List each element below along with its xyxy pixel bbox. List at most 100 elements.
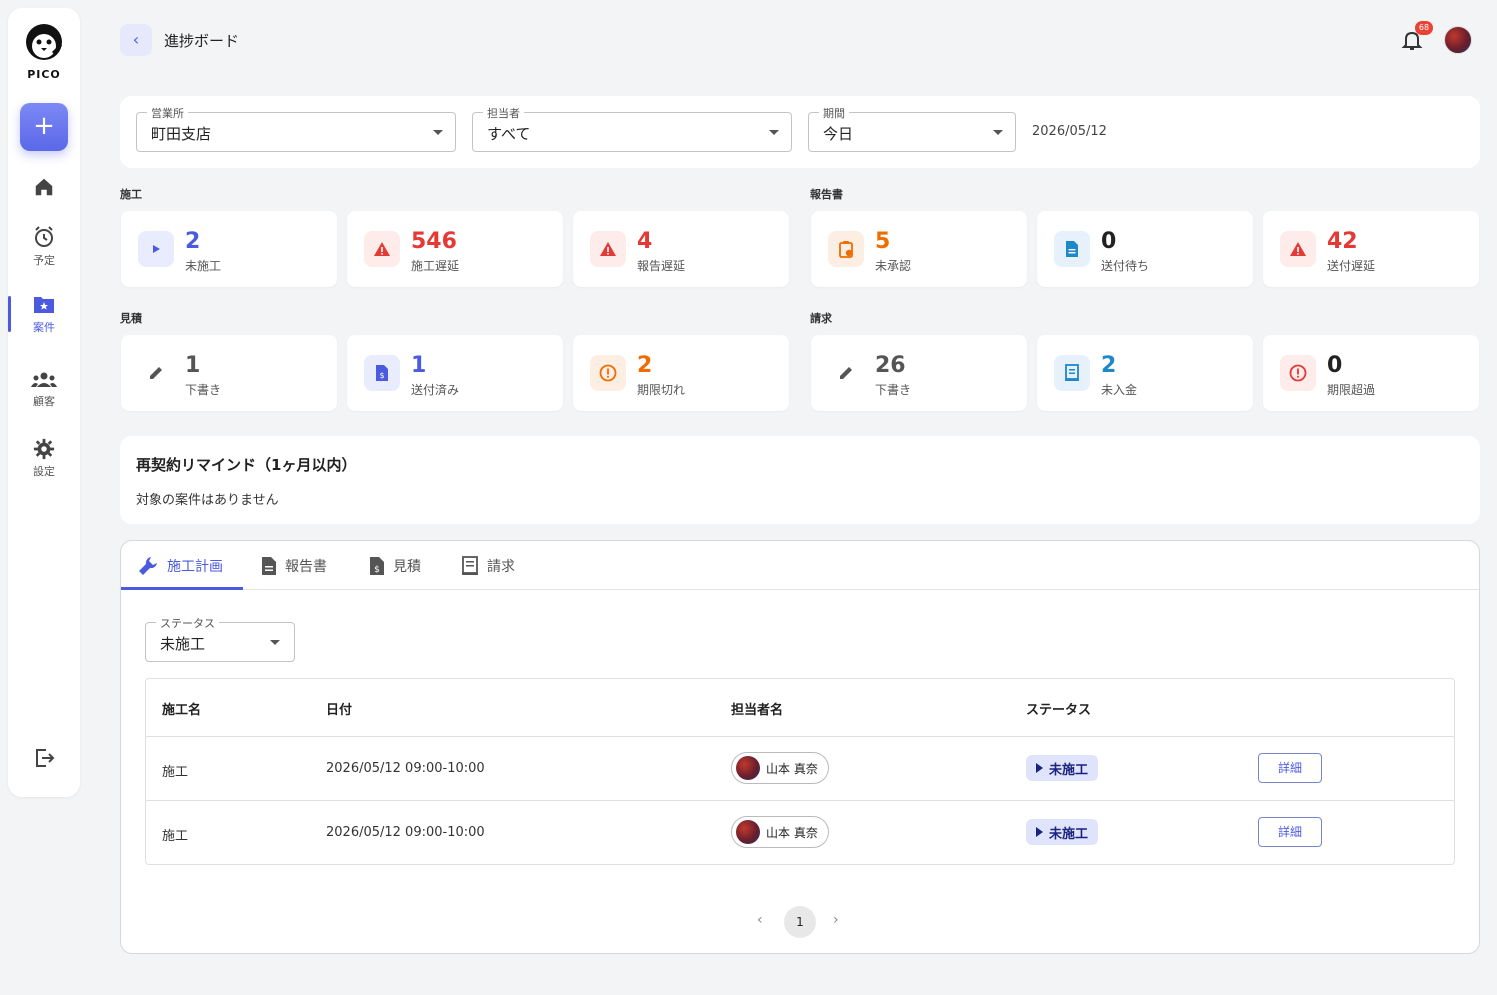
stat-label: 未承認 xyxy=(875,259,912,273)
tab-bar: 施工計画 報告書 $ 見積 請求 xyxy=(121,541,1479,590)
assignee-chip[interactable]: 山本 真奈 xyxy=(731,816,829,848)
caret-down-icon xyxy=(769,130,779,135)
sidebar-item-schedule[interactable]: 予定 xyxy=(8,225,80,268)
status-text: 未施工 xyxy=(1049,826,1089,842)
period-select-value: 今日 xyxy=(823,125,854,143)
stat-value: 2 xyxy=(185,229,201,254)
stat-card-unapproved[interactable]: 5 未承認 xyxy=(811,211,1027,287)
assignee-name: 山本 真奈 xyxy=(766,761,818,776)
tab-construction-plan[interactable]: 施工計画 xyxy=(137,553,223,579)
tab-label: 報告書 xyxy=(285,559,327,575)
stat-card-estimate-sent[interactable]: $ 1 送付済み xyxy=(347,335,563,411)
detail-button[interactable]: 詳細 xyxy=(1258,753,1322,783)
user-avatar[interactable] xyxy=(1444,26,1472,54)
stat-value: 1 xyxy=(411,353,427,378)
tab-invoice[interactable]: 請求 xyxy=(461,553,515,579)
pagination-next-button[interactable]: › xyxy=(833,912,839,928)
column-header-assignee: 担当者名 xyxy=(731,703,784,718)
period-select[interactable]: 期間 今日 xyxy=(808,105,1016,152)
filter-card: 営業所 町田支店 担当者 すべて 期間 今日 2026/05/12 xyxy=(120,96,1480,168)
tab-panel-card: 施工計画 報告書 $ 見積 請求 ステータス 未施工 施工名 日付 担当者名 ス… xyxy=(120,540,1480,954)
sidebar-item-customers[interactable]: 顧客 xyxy=(8,370,80,409)
column-header-status: ステータス xyxy=(1026,703,1092,718)
stat-value: 26 xyxy=(875,353,906,378)
status-text: 未施工 xyxy=(1049,762,1089,778)
stat-label: 報告遅延 xyxy=(637,259,686,273)
alert-circle-icon xyxy=(1280,355,1316,391)
assignee-select-value: すべて xyxy=(487,125,531,143)
wrench-icon xyxy=(139,557,157,575)
stat-card-invoice-draft[interactable]: 26 下書き xyxy=(811,335,1027,411)
status-select-value: 未施工 xyxy=(160,635,206,653)
tab-report[interactable]: 報告書 xyxy=(261,553,327,579)
document-icon xyxy=(1054,231,1090,267)
stat-label: 送付遅延 xyxy=(1327,259,1376,273)
stat-card-overdue[interactable]: 0 期限超過 xyxy=(1263,335,1479,411)
stat-value: 2 xyxy=(637,353,653,378)
table-row: 施工 2026/05/12 09:00-10:00 山本 真奈 未施工 詳細 xyxy=(146,736,1454,800)
pencil-icon xyxy=(828,355,864,391)
pagination-page-1[interactable]: 1 xyxy=(784,906,816,938)
stat-value: 4 xyxy=(637,229,653,254)
pagination-prev-button[interactable]: ‹ xyxy=(757,912,763,928)
assignee-chip[interactable]: 山本 真奈 xyxy=(731,752,829,784)
stat-label: 未施工 xyxy=(185,259,222,273)
stat-card-estimate-draft[interactable]: 1 下書き xyxy=(121,335,337,411)
stat-card-estimate-expired[interactable]: 2 期限切れ xyxy=(573,335,789,411)
cell-name: 施工 xyxy=(162,829,189,844)
clipboard-clock-icon xyxy=(828,231,864,267)
stat-value: 42 xyxy=(1327,229,1358,254)
sidebar-item-projects[interactable]: 案件 xyxy=(8,294,80,335)
caret-down-icon xyxy=(993,130,1003,135)
stat-card-not-started[interactable]: 2 未施工 xyxy=(121,211,337,287)
app-logo[interactable]: PICO xyxy=(8,22,80,81)
tab-estimate[interactable]: $ 見積 xyxy=(369,553,421,579)
logout-icon[interactable] xyxy=(32,746,56,770)
warning-icon xyxy=(1280,231,1316,267)
detail-button[interactable]: 詳細 xyxy=(1258,817,1322,847)
sidebar-item-settings[interactable]: 設定 xyxy=(8,438,80,479)
stat-card-send-delay[interactable]: 42 送付遅延 xyxy=(1263,211,1479,287)
sidebar-item-label: 予定 xyxy=(33,254,55,267)
column-header-date: 日付 xyxy=(326,703,353,718)
gear-icon xyxy=(33,438,55,460)
sidebar-item-label: 設定 xyxy=(33,465,55,478)
page-title: 進捗ボード xyxy=(164,32,240,50)
stat-label: 期限切れ xyxy=(637,383,686,397)
cell-date: 2026/05/12 09:00-10:00 xyxy=(326,761,485,776)
stat-value: 0 xyxy=(1101,229,1117,254)
warning-icon xyxy=(590,231,626,267)
add-button[interactable]: + xyxy=(20,103,68,151)
assignee-select[interactable]: 担当者 すべて xyxy=(472,105,792,152)
play-icon xyxy=(138,231,174,267)
stat-label: 送付済み xyxy=(411,383,460,397)
caret-down-icon xyxy=(270,640,280,645)
stat-label: 下書き xyxy=(185,383,222,397)
home-icon xyxy=(35,178,53,196)
group-icon xyxy=(31,372,57,387)
assignee-select-label: 担当者 xyxy=(483,105,524,121)
section-label-estimate: 見積 xyxy=(120,312,142,325)
status-select[interactable]: ステータス 未施工 xyxy=(145,615,295,662)
section-label-report: 報告書 xyxy=(810,188,843,201)
back-button[interactable]: ‹ xyxy=(120,24,152,56)
svg-text:$: $ xyxy=(374,565,380,575)
stat-card-pending-send[interactable]: 0 送付待ち xyxy=(1037,211,1253,287)
document-dollar-icon: $ xyxy=(364,355,400,391)
construction-table: 施工名 日付 担当者名 ステータス 施工 2026/05/12 09:00-10… xyxy=(145,678,1455,865)
office-select-value: 町田支店 xyxy=(151,125,212,143)
sidebar-item-home[interactable] xyxy=(8,176,80,198)
section-label-invoice: 請求 xyxy=(810,312,832,325)
penguin-logo-icon xyxy=(26,24,62,60)
app-name: PICO xyxy=(27,68,61,81)
receipt-icon xyxy=(462,556,478,575)
alarm-clock-icon xyxy=(35,226,53,247)
stat-card-report-delay[interactable]: 4 報告遅延 xyxy=(573,211,789,287)
avatar xyxy=(736,820,760,844)
office-select[interactable]: 営業所 町田支店 xyxy=(136,105,456,152)
stat-value: 0 xyxy=(1327,353,1343,378)
avatar xyxy=(736,756,760,780)
stat-card-construction-delay[interactable]: 546 施工遅延 xyxy=(347,211,563,287)
tab-label: 見積 xyxy=(393,559,421,575)
stat-card-unpaid[interactable]: 2 未入金 xyxy=(1037,335,1253,411)
